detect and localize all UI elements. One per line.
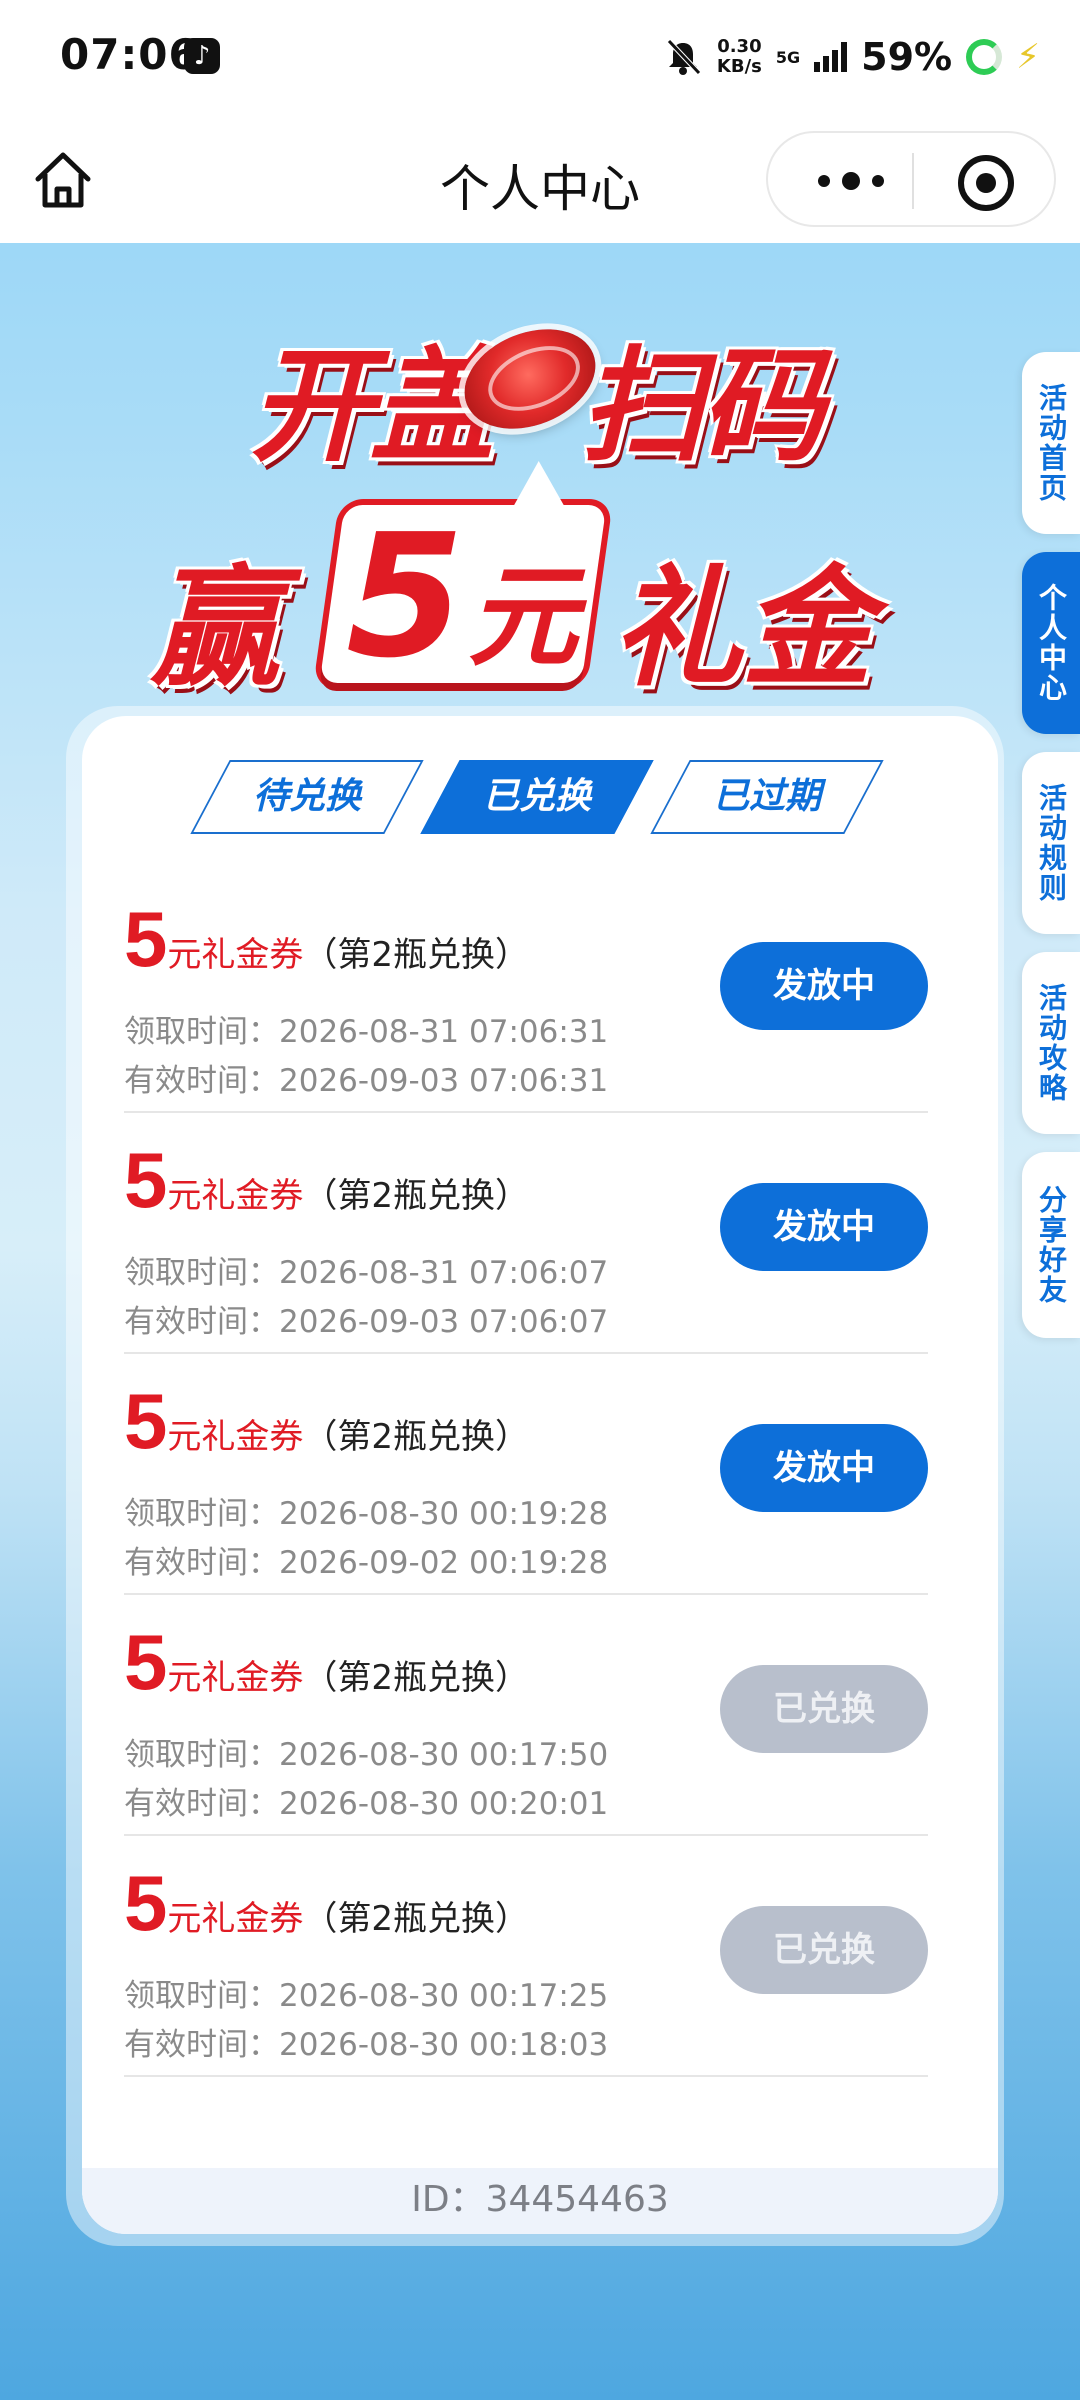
side-tab-profile[interactable]: 个人中心 (1022, 552, 1080, 734)
coupon-status-button[interactable]: 发放中 (720, 942, 928, 1030)
mute-bell-icon (667, 39, 701, 75)
miniprogram-capsule (766, 131, 1056, 227)
coupon-received-time: 领取时间：2026-08-30 00:17:25 (124, 1978, 609, 2014)
tab-expired-label[interactable]: 已过期 (670, 760, 864, 834)
coupon-status-button[interactable]: 发放中 (720, 1183, 928, 1271)
banner-text-gift: 礼金 (612, 552, 873, 704)
side-tab-label: 活动首页 (1035, 383, 1068, 503)
side-tab-label: 分享好友 (1035, 1185, 1068, 1305)
coupon-amount: 5 (124, 1377, 168, 1465)
coupon-subtitle: （第2瓶兑换） (303, 1658, 530, 1698)
coupon-amount: 5 (124, 1618, 168, 1706)
coupon-received-time: 领取时间：2026-08-30 00:19:28 (124, 1496, 609, 1532)
coupon-amount: 5 (124, 895, 168, 983)
coupon-unit: 元礼金券 (167, 1899, 304, 1939)
side-tab-rules[interactable]: 活动规则 (1022, 752, 1080, 934)
signal-bars-icon (814, 42, 848, 72)
coupon-title: 5元礼金券（第2瓶兑换） (124, 894, 530, 983)
coupon-status-button: 已兑换 (720, 1665, 928, 1753)
status-bar: 07:06 ♪ 0.30 KB/s 5G 59% ⚡ (0, 0, 1080, 115)
side-tab-guide[interactable]: 活动攻略 (1022, 952, 1080, 1134)
coupon-received-time: 领取时间：2026-08-30 00:17:50 (124, 1737, 609, 1773)
banner-headline-bottom: 赢 5 元 礼金 (150, 483, 950, 704)
tab-pending-label[interactable]: 待兑换 (210, 760, 404, 834)
banner-text-open-cap: 开盖 (250, 335, 494, 479)
banner-text-scan: 扫码 (580, 335, 824, 479)
promo-banner: 开盖 扫码 赢 5 元 礼金 (0, 243, 1080, 713)
coupon-item: 5元礼金券（第2瓶兑换） 领取时间：2026-08-30 00:19:28 有效… (124, 1354, 928, 1595)
side-tab-home[interactable]: 活动首页 (1022, 352, 1080, 534)
banner-headline-top: 开盖 扫码 (150, 305, 850, 479)
coupon-card: 待兑换 已兑换 已过期 5元礼金券（第2瓶兑换） 领取时间：2026-08-31… (82, 716, 998, 2234)
coupon-list: 5元礼金券（第2瓶兑换） 领取时间：2026-08-31 07:06:31 有效… (124, 872, 928, 2077)
coupon-received-time: 领取时间：2026-08-31 07:06:31 (124, 1014, 609, 1050)
coupon-valid-time: 有效时间：2026-08-30 00:20:01 (124, 1786, 609, 1822)
side-tab-share[interactable]: 分享好友 (1022, 1152, 1080, 1338)
coupon-status-button[interactable]: 发放中 (720, 1424, 928, 1512)
coupon-title: 5元礼金券（第2瓶兑换） (124, 1858, 530, 1947)
coupon-amount: 5 (124, 1859, 168, 1947)
side-tab-label: 活动攻略 (1035, 983, 1068, 1103)
banner-amount: 5 (346, 498, 465, 696)
network-speed: 0.30 KB/s (717, 37, 762, 77)
coupon-unit: 元礼金券 (167, 935, 304, 975)
coupon-unit: 元礼金券 (167, 1176, 304, 1216)
banner-unit: 元 (468, 553, 578, 681)
coupon-valid-time: 有效时间：2026-09-03 07:06:31 (124, 1063, 609, 1099)
coupon-unit: 元礼金券 (167, 1417, 304, 1457)
coupon-subtitle: （第2瓶兑换） (303, 935, 530, 975)
capsule-divider (912, 153, 914, 209)
coupon-subtitle: （第2瓶兑换） (303, 1176, 530, 1216)
battery-ring-icon (966, 39, 1003, 75)
user-id-footer: ID：34454463 (82, 2168, 998, 2234)
coupon-valid-time: 有效时间：2026-08-30 00:18:03 (124, 2027, 609, 2063)
coupon-status-button: 已兑换 (720, 1906, 928, 1994)
navigation-bar: 个人中心 (0, 115, 1080, 243)
coupon-valid-time: 有效时间：2026-09-02 00:19:28 (124, 1545, 609, 1581)
coupon-title: 5元礼金券（第2瓶兑换） (124, 1376, 530, 1465)
coupon-item: 5元礼金券（第2瓶兑换） 领取时间：2026-08-30 00:17:50 有效… (124, 1595, 928, 1836)
tiktok-notification-icon: ♪ (184, 38, 220, 74)
status-indicators: 0.30 KB/s 5G 59% ⚡ (663, 32, 1040, 82)
coupon-title: 5元礼金券（第2瓶兑换） (124, 1617, 530, 1706)
side-tab-label: 活动规则 (1035, 783, 1068, 903)
coupon-unit: 元礼金券 (167, 1658, 304, 1698)
speed-unit: KB/s (716, 56, 762, 77)
coupon-item: 5元礼金券（第2瓶兑换） 领取时间：2026-08-30 00:17:25 有效… (124, 1836, 928, 2077)
charging-bolt-icon: ⚡ (1016, 37, 1040, 77)
coupon-item: 5元礼金券（第2瓶兑换） 领取时间：2026-08-31 07:06:07 有效… (124, 1113, 928, 1354)
tab-redeemed-label[interactable]: 已兑换 (440, 760, 634, 834)
more-icon[interactable] (806, 163, 896, 199)
coupon-amount: 5 (124, 1136, 168, 1224)
network-type: 5G (775, 47, 801, 67)
coupon-title: 5元礼金券（第2瓶兑换） (124, 1135, 530, 1224)
coupon-valid-time: 有效时间：2026-09-03 07:06:07 (124, 1304, 609, 1340)
side-tab-label: 个人中心 (1035, 583, 1068, 703)
close-miniprogram-icon[interactable] (958, 155, 1014, 211)
banner-text-win: 赢 (150, 552, 281, 704)
coupon-received-time: 领取时间：2026-08-31 07:06:07 (124, 1255, 609, 1291)
coupon-subtitle: （第2瓶兑换） (303, 1899, 530, 1939)
battery-percent: 59% (861, 35, 953, 79)
speed-value: 0.30 (717, 36, 762, 57)
coupon-item: 5元礼金券（第2瓶兑换） 领取时间：2026-08-31 07:06:31 有效… (124, 872, 928, 1113)
status-time: 07:06 (60, 30, 199, 79)
coupon-subtitle: （第2瓶兑换） (303, 1417, 530, 1457)
status-tabs: 待兑换 已兑换 已过期 (82, 760, 998, 834)
